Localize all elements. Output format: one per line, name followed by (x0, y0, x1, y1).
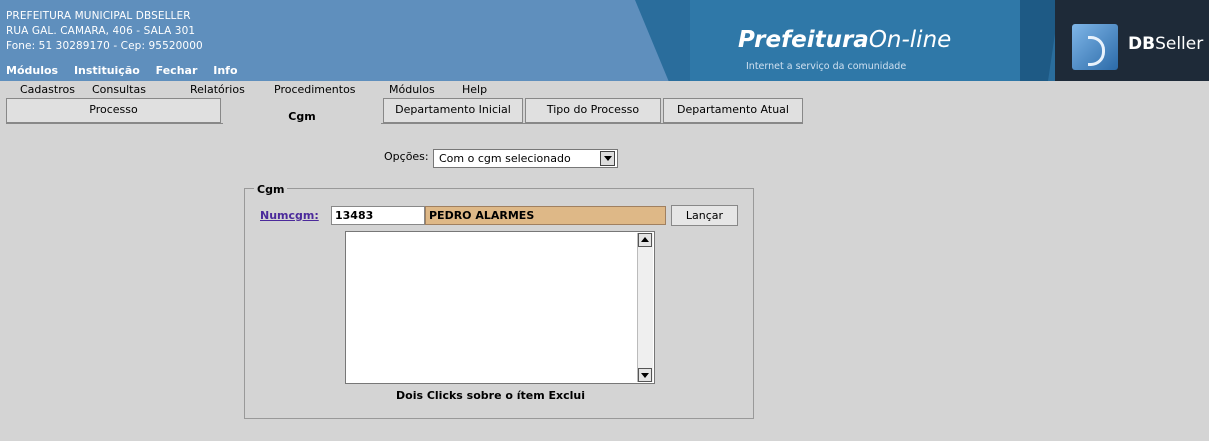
tab-departamento-inicial[interactable]: Departamento Inicial (383, 98, 523, 123)
cgm-name-field: PEDRO ALARMES (425, 206, 666, 225)
header-menu-instituicao[interactable]: Instituição (74, 64, 140, 77)
opcoes-label: Opções: (384, 150, 429, 163)
opcoes-select[interactable]: Com o cgm selecionado (433, 149, 618, 168)
logo-tagline: Internet a serviço da comunidade (746, 61, 907, 72)
prefeitura-online-logo: PrefeituraOn-line (738, 27, 952, 53)
opcoes-selected-value: Com o cgm selecionado (439, 152, 571, 165)
menu-cadastros[interactable]: Cadastros (20, 83, 75, 96)
tab-tipo-do-processo[interactable]: Tipo do Processo (525, 98, 661, 123)
org-name: PREFEITURA MUNICIPAL DBSELLER (6, 10, 191, 22)
menu-relatorios[interactable]: Relatórios (190, 83, 245, 96)
listbox-scrollbar[interactable] (637, 233, 653, 382)
tab-processo[interactable]: Processo (6, 98, 221, 123)
tab-departamento-atual[interactable]: Departamento Atual (663, 98, 803, 123)
dbseller-logo-icon (1072, 24, 1118, 70)
header-menu: Módulos Instituição Fechar Info (6, 64, 250, 77)
cgm-fieldset-legend: Cgm (254, 183, 288, 196)
org-contact: Fone: 51 30289170 - Cep: 95520000 (6, 40, 203, 52)
scroll-down-icon[interactable] (638, 368, 652, 382)
menu-procedimentos[interactable]: Procedimentos (274, 83, 356, 96)
menu-help[interactable]: Help (462, 83, 487, 96)
menu-consultas[interactable]: Consultas (92, 83, 146, 96)
menu-modulos[interactable]: Módulos (389, 83, 435, 96)
tab-cgm[interactable]: Cgm (223, 98, 381, 128)
scroll-up-icon[interactable] (638, 233, 652, 247)
numcgm-link[interactable]: Numcgm: (260, 209, 319, 222)
header-menu-modulos[interactable]: Módulos (6, 64, 58, 77)
cgm-listbox[interactable] (345, 231, 655, 384)
numcgm-input[interactable]: 13483 (331, 206, 425, 225)
lancar-button[interactable]: Lançar (671, 205, 738, 226)
dbseller-logo-text: DBSeller (1128, 34, 1204, 54)
chevron-down-icon[interactable] (600, 151, 615, 166)
org-address: RUA GAL. CAMARA, 406 - SALA 301 (6, 25, 196, 37)
app-header: PREFEITURA MUNICIPAL DBSELLER RUA GAL. C… (0, 0, 1209, 81)
tabs-baseline (6, 123, 803, 124)
header-menu-fechar[interactable]: Fechar (156, 64, 198, 77)
header-menu-info[interactable]: Info (213, 64, 237, 77)
listbox-hint: Dois Clicks sobre o ítem Exclui (396, 389, 586, 402)
org-info: PREFEITURA MUNICIPAL DBSELLER RUA GAL. C… (6, 9, 203, 54)
menubar: Cadastros Consultas Relatórios Procedime… (0, 81, 1209, 98)
